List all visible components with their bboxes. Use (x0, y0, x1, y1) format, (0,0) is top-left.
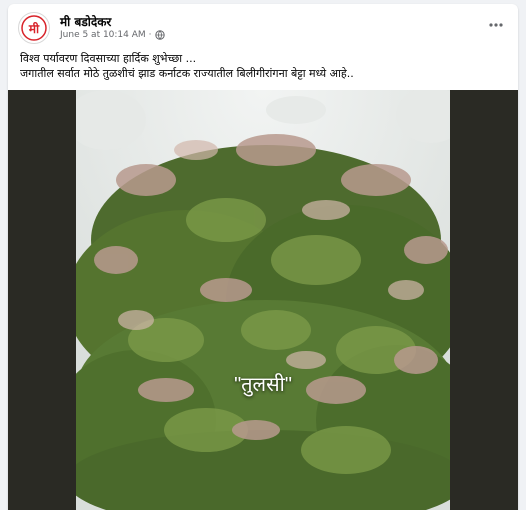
meta-separator: · (148, 30, 152, 40)
more-options-button[interactable] (486, 18, 506, 32)
globe-icon[interactable] (154, 30, 165, 40)
caption-line: जगातील सर्वात मोठे तुळशीचं झाड कर्नाटक र… (20, 67, 354, 80)
post-photo[interactable]: "तुलसी" (76, 90, 450, 510)
avatar-logo-icon: मी (20, 14, 48, 42)
page-name-link[interactable]: मी बडोदेकर (60, 13, 111, 30)
post-media[interactable]: "तुलसी" (8, 90, 518, 510)
tulsi-tree-photo (76, 90, 450, 510)
caption-line: विश्व पर्यावरण दिवसाच्या हार्दिक शुभेच्छ… (20, 52, 197, 65)
post-meta: June 5 at 10:14 AM · (60, 30, 165, 40)
post-timestamp[interactable]: June 5 at 10:14 AM (60, 30, 146, 40)
avatar-text: मी (28, 22, 40, 36)
post-header: मी मी बडोदेकर June 5 at 10:14 AM · (8, 4, 518, 46)
post-caption: विश्व पर्यावरण दिवसाच्या हार्दिक शुभेच्छ… (20, 51, 510, 81)
page-avatar[interactable]: मी (18, 12, 50, 44)
post-card: मी मी बडोदेकर June 5 at 10:14 AM · विश्व… (8, 4, 518, 510)
photo-overlay-text: "तुलसी" (234, 374, 292, 396)
more-horizontal-icon (489, 23, 503, 27)
